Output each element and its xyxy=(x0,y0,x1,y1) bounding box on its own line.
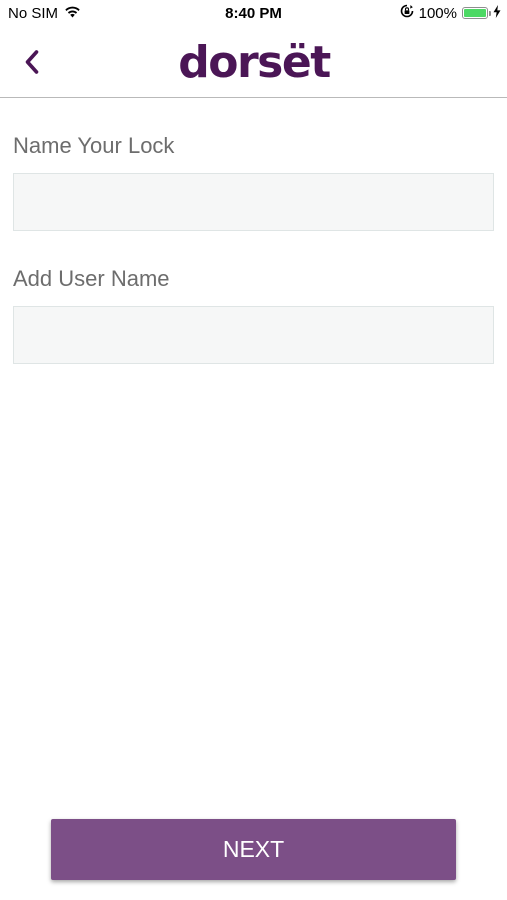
dorset-logo: dorsët xyxy=(0,36,507,93)
charging-bolt-icon xyxy=(493,4,501,22)
lock-name-input[interactable] xyxy=(13,173,494,231)
orientation-lock-icon xyxy=(400,4,414,22)
next-button[interactable]: NEXT xyxy=(51,819,456,880)
battery-percent: 100% xyxy=(418,4,457,22)
status-bar: No SIM 8:40 PM 100% xyxy=(0,0,507,28)
lock-name-label: Name Your Lock xyxy=(13,133,175,158)
status-right: 100% xyxy=(400,4,501,22)
svg-text:dorsët: dorsët xyxy=(178,37,331,88)
app-screen: No SIM 8:40 PM 100% dorsët Name Your Loc… xyxy=(0,0,507,900)
battery-fill xyxy=(464,9,486,17)
user-name-label: Add User Name xyxy=(13,266,170,291)
battery-icon xyxy=(462,7,491,19)
battery-tip xyxy=(489,11,491,16)
logo-wordmark: dorsët xyxy=(178,37,332,88)
user-name-input[interactable] xyxy=(13,306,494,364)
nav-bar: dorsët xyxy=(0,28,507,98)
